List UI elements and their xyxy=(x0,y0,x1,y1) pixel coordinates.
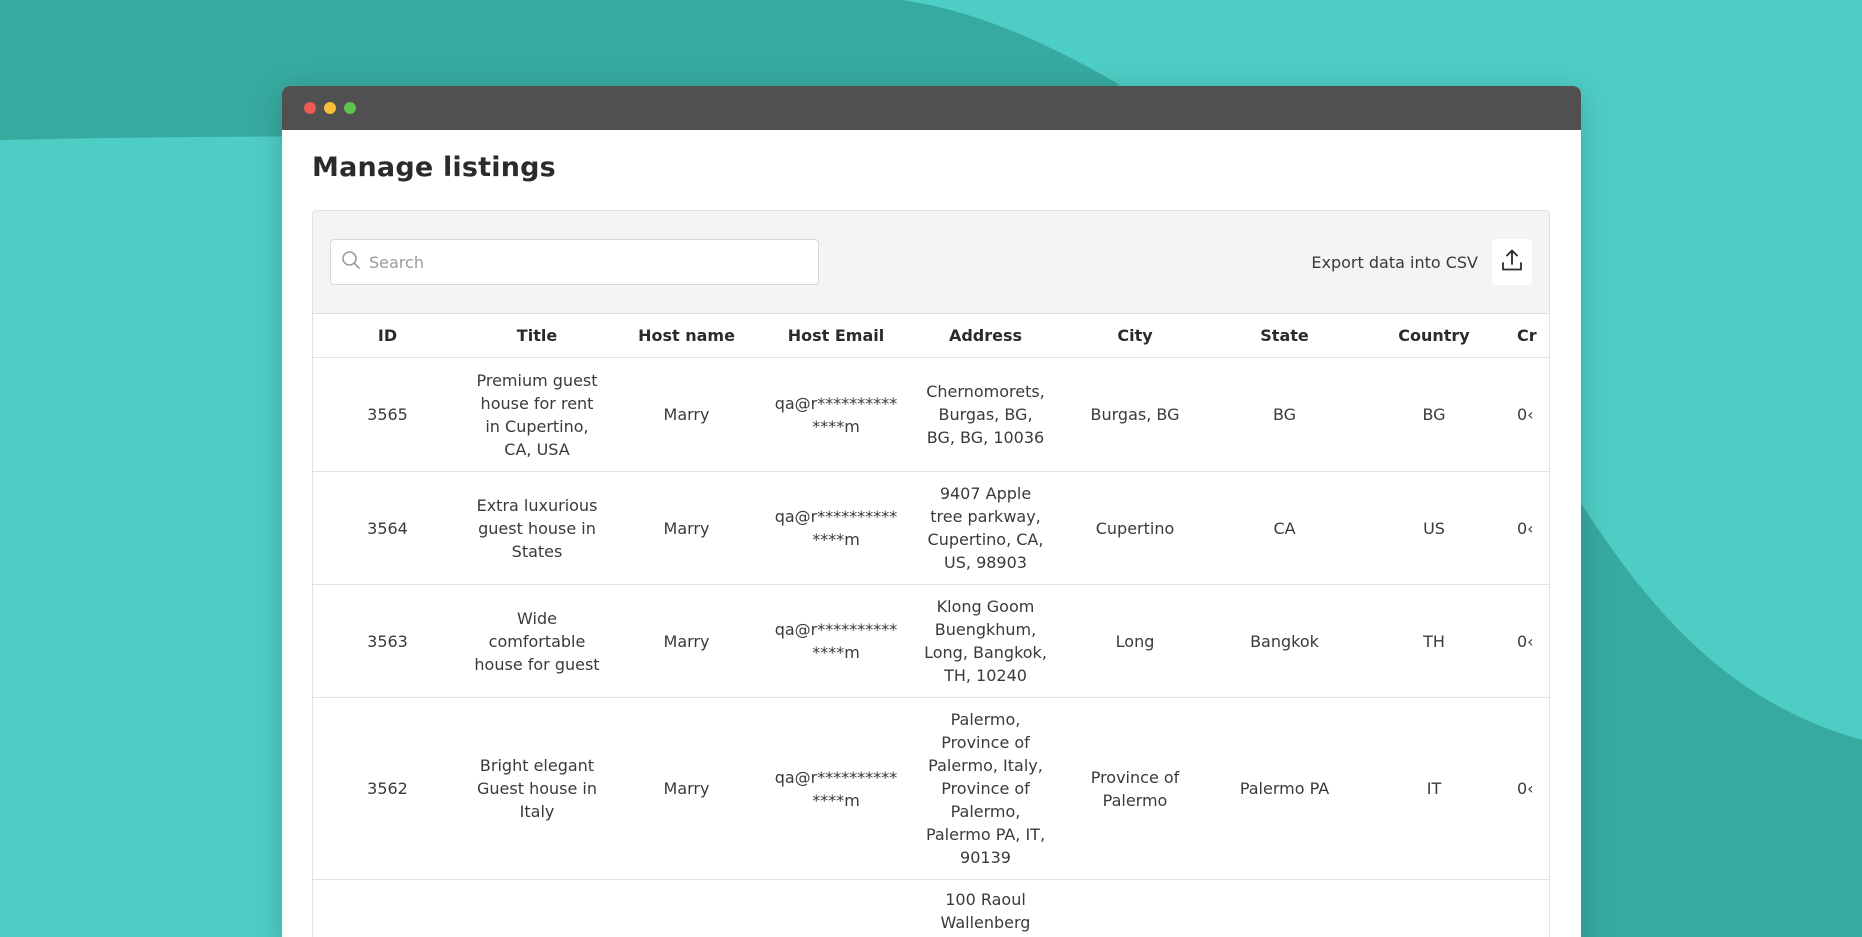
export-label: Export data into CSV xyxy=(1311,252,1478,272)
col-header-address[interactable]: Address xyxy=(911,313,1060,358)
cell-host-email-text: qa@r********** ****m xyxy=(774,507,898,549)
cell-host-email: qa@r********** ****m xyxy=(761,471,911,585)
cell-created: 0‹ xyxy=(1509,471,1549,585)
cell-city: Long xyxy=(1060,584,1210,698)
table-row[interactable]: 3564 Extra luxurious guest house in Stat… xyxy=(313,471,1549,585)
col-header-host-name[interactable]: Host name xyxy=(612,313,761,358)
cell-host-email xyxy=(761,879,911,937)
col-header-country[interactable]: Country xyxy=(1359,313,1509,358)
cell-state: Palermo PA xyxy=(1210,697,1359,880)
cell-host-name xyxy=(612,879,761,937)
cell-host-name: Marry xyxy=(612,697,761,880)
cell-state: BG xyxy=(1210,357,1359,472)
cell-country: US xyxy=(1359,471,1509,585)
cell-address-text: Klong Goom Buengkhum, Long, Bangkok, TH,… xyxy=(924,597,1047,685)
table-row[interactable]: 3563 Wide comfortable house for guest Ma… xyxy=(313,584,1549,698)
table-toolbar: Export data into CSV xyxy=(313,211,1549,313)
col-header-id[interactable]: ID xyxy=(313,313,462,358)
cell-city: Burgas, BG xyxy=(1060,357,1210,472)
cell-title: Bright elegant Guest house in Italy xyxy=(462,697,612,880)
cell-title-text: Premium guest house for rent in Cupertin… xyxy=(476,370,598,459)
cell-created: 0‹ xyxy=(1509,584,1549,698)
cell-state: CA xyxy=(1210,471,1359,585)
cell-host-email-text: qa@r********** ****m xyxy=(774,767,898,810)
cell-created: 0‹ xyxy=(1509,697,1549,880)
cell-title-text: Bright elegant Guest house in Italy xyxy=(477,756,597,821)
search-box[interactable] xyxy=(330,239,819,285)
cell-host-email: qa@r********** ****m xyxy=(761,357,911,472)
cell-country: IT xyxy=(1359,697,1509,880)
col-header-created[interactable]: Cr xyxy=(1509,313,1549,358)
cell-address-text: 9407 Apple tree parkway, Cupertino, CA, … xyxy=(927,484,1044,572)
window-titlebar xyxy=(282,86,1581,130)
upload-icon xyxy=(1501,248,1523,276)
cell-city: Province of Palermo xyxy=(1060,697,1210,880)
cell-state xyxy=(1210,879,1359,937)
cell-address: Klong Goom Buengkhum, Long, Bangkok, TH,… xyxy=(911,584,1060,698)
export-csv-button[interactable] xyxy=(1492,239,1532,285)
cell-address: 100 Raoul Wallenberg xyxy=(911,879,1060,937)
app-window: Manage listings Export data into CSV xyxy=(282,86,1581,937)
cell-host-email: qa@r********** ****m xyxy=(761,584,911,698)
listings-panel: Export data into CSV xyxy=(312,210,1550,937)
cell-address: 9407 Apple tree parkway, Cupertino, CA, … xyxy=(911,471,1060,585)
col-header-title[interactable]: Title xyxy=(462,313,612,358)
export-control: Export data into CSV xyxy=(1311,239,1532,285)
cell-title: Premium guest house for rent in Cupertin… xyxy=(462,357,612,472)
col-header-city[interactable]: City xyxy=(1060,313,1210,358)
page-title: Manage listings xyxy=(312,152,556,183)
cell-host-email-text: qa@r********** ****m xyxy=(774,620,898,662)
cell-host-name: Marry xyxy=(612,584,761,698)
cell-address-text: 100 Raoul Wallenberg xyxy=(940,890,1031,932)
cell-title: Extra luxurious guest house in States xyxy=(462,471,612,585)
window-maximize-icon[interactable] xyxy=(344,102,356,114)
listings-table: ID Title Host name Host Email Address Ci… xyxy=(313,313,1549,937)
cell-address-text: Palermo, Province of Palermo, Italy, Pro… xyxy=(925,710,1046,867)
cell-title-text: Extra luxurious guest house in States xyxy=(476,495,598,561)
cell-title xyxy=(462,879,612,937)
cell-address: Palermo, Province of Palermo, Italy, Pro… xyxy=(911,697,1060,880)
cell-city xyxy=(1060,879,1210,937)
table-row[interactable]: 3562 Bright elegant Guest house in Italy… xyxy=(313,697,1549,880)
cell-id: 3563 xyxy=(313,584,462,698)
table-header-row: ID Title Host name Host Email Address Ci… xyxy=(313,313,1549,358)
cell-country: TH xyxy=(1359,584,1509,698)
cell-created xyxy=(1509,879,1549,937)
cell-id: 3565 xyxy=(313,357,462,472)
cell-address-text: Chernomorets, Burgas, BG, BG, BG, 10036 xyxy=(926,382,1045,447)
cell-city: Cupertino xyxy=(1060,471,1210,585)
cell-country: BG xyxy=(1359,357,1509,472)
cell-id: 3564 xyxy=(313,471,462,585)
search-icon xyxy=(341,250,361,274)
cell-state: Bangkok xyxy=(1210,584,1359,698)
cell-host-name: Marry xyxy=(612,357,761,472)
cell-id xyxy=(313,879,462,937)
col-header-host-email[interactable]: Host Email xyxy=(761,313,911,358)
table-row[interactable]: 100 Raoul Wallenberg xyxy=(313,879,1549,937)
cell-host-email: qa@r********** ****m xyxy=(761,697,911,880)
window-close-icon[interactable] xyxy=(304,102,316,114)
table-row[interactable]: 3565 Premium guest house for rent in Cup… xyxy=(313,357,1549,472)
cell-created: 0‹ xyxy=(1509,357,1549,472)
col-header-state[interactable]: State xyxy=(1210,313,1359,358)
cell-city-text: Province of Palermo xyxy=(1090,767,1180,810)
cell-host-email-text: qa@r********** ****m xyxy=(774,393,898,436)
cell-title-text: Wide comfortable house for guest xyxy=(474,608,600,674)
cell-address: Chernomorets, Burgas, BG, BG, BG, 10036 xyxy=(911,357,1060,472)
cell-title: Wide comfortable house for guest xyxy=(462,584,612,698)
cell-country xyxy=(1359,879,1509,937)
cell-host-name: Marry xyxy=(612,471,761,585)
window-minimize-icon[interactable] xyxy=(324,102,336,114)
search-input[interactable] xyxy=(369,252,799,272)
cell-id: 3562 xyxy=(313,697,462,880)
